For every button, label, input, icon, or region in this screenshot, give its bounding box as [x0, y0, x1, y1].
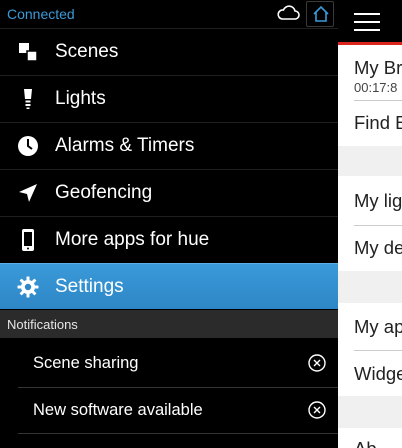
menu-item-label: Alarms & Timers: [55, 135, 195, 156]
notification-scene-sharing[interactable]: Scene sharing: [0, 340, 338, 386]
section-gap: [338, 396, 402, 428]
status-bar: Connected: [0, 0, 338, 28]
settings-row-widget[interactable]: Widge: [354, 363, 402, 385]
menu-item-settings[interactable]: Settings: [0, 263, 338, 309]
dismiss-icon[interactable]: [308, 401, 326, 419]
connection-status: Connected: [7, 6, 75, 22]
menu-item-alarms-timers[interactable]: Alarms & Timers: [0, 122, 338, 168]
settings-row-my-devices[interactable]: My de: [354, 237, 402, 259]
settings-row-about[interactable]: Ab: [354, 438, 377, 448]
notifications-header: Notifications: [0, 310, 338, 338]
notification-label: Scene sharing: [33, 354, 139, 372]
section-gap: [338, 271, 402, 303]
menu-item-more-apps[interactable]: More apps for hue: [0, 216, 338, 262]
hamburger-menu-icon[interactable]: [354, 13, 380, 31]
phone-icon: [22, 229, 34, 251]
menu-item-label: Settings: [55, 276, 124, 297]
clock-icon: [18, 136, 38, 156]
divider: [354, 350, 402, 351]
notifications-header-label: Notifications: [7, 317, 78, 332]
settings-panel: My Br 00:17:8 Find E My lig My de My ap …: [338, 0, 402, 448]
settings-row-bridge[interactable]: My Br: [354, 57, 402, 79]
home-icon: [313, 5, 329, 22]
menu-item-label: Lights: [55, 88, 106, 109]
main-topbar: [338, 0, 402, 42]
notification-label: New software available: [33, 401, 203, 419]
gear-icon: [17, 276, 39, 298]
divider: [18, 433, 338, 434]
location-arrow-icon: [19, 184, 37, 202]
menu-item-lights[interactable]: Lights: [0, 75, 338, 121]
menu-item-scenes[interactable]: Scenes: [0, 28, 338, 74]
cloud-icon[interactable]: [276, 4, 300, 22]
divider: [354, 100, 402, 101]
bulb-icon: [24, 89, 32, 109]
settings-row-find[interactable]: Find E: [354, 112, 402, 134]
bridge-id: 00:17:8: [354, 80, 398, 95]
navigation-drawer: Connected Scenes Lights Alarms & Timers …: [0, 0, 338, 448]
divider: [354, 225, 402, 226]
menu-item-label: More apps for hue: [55, 229, 210, 250]
menu-item-label: Geofencing: [55, 182, 153, 203]
dismiss-icon[interactable]: [308, 354, 326, 372]
menu-item-label: Scenes: [55, 41, 119, 62]
settings-row-my-apps[interactable]: My ap: [354, 316, 402, 338]
section-gap: [338, 146, 402, 176]
scenes-icon: [19, 43, 38, 62]
menu-item-geofencing[interactable]: Geofencing: [0, 169, 338, 215]
home-button[interactable]: [306, 1, 334, 27]
settings-row-my-lights[interactable]: My lig: [354, 190, 402, 212]
accent-bar: [338, 42, 402, 45]
notification-new-software[interactable]: New software available: [0, 387, 338, 433]
